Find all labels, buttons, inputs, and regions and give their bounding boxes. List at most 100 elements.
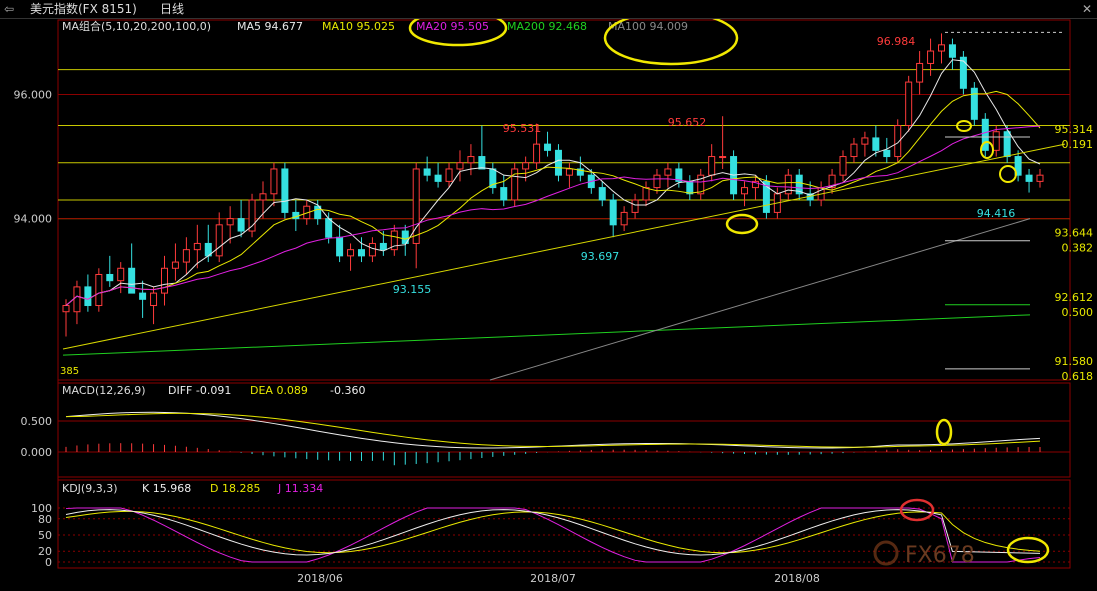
kdj-y-tick: 0 (45, 556, 52, 569)
low1-annotation: 93.155 (393, 283, 432, 296)
candle-body (62, 305, 70, 313)
macd-diff: DIFF -0.091 (168, 384, 231, 397)
candle-body (970, 87, 978, 120)
x-axis-label: 2018/08 (774, 572, 820, 585)
candle-body (445, 168, 453, 182)
candle-body (664, 168, 672, 176)
macd-title: MACD(12,26,9) (62, 384, 146, 397)
close-icon[interactable]: ✕ (1082, 0, 1092, 18)
candle-body (325, 218, 333, 238)
candle-body (653, 174, 661, 189)
watermark-logo-icon (873, 540, 899, 566)
period-label[interactable]: 日线 (160, 0, 184, 18)
candle-body (270, 168, 278, 195)
candle-body (598, 187, 606, 201)
back-icon[interactable]: ⇦ (4, 0, 14, 18)
x-axis-label: 2018/06 (297, 572, 343, 585)
y-tick-label: 94.000 (14, 213, 53, 226)
candle-body (1003, 131, 1011, 158)
candle-body (565, 168, 573, 176)
candle-body (905, 81, 913, 127)
ma10-line (65, 90, 1041, 306)
candle-body (281, 168, 289, 213)
candle-body (916, 62, 924, 83)
fib-price-label: 95.314 (1055, 123, 1094, 136)
highlight-circle-support (725, 213, 759, 235)
candle-body (139, 292, 147, 300)
peak1-annotation: 95.531 (503, 122, 542, 135)
candle-body (686, 180, 694, 195)
y-tick-label: 96.000 (14, 88, 53, 101)
candle-body (981, 118, 989, 151)
fib-ratio-label: 0.618 (1062, 370, 1094, 383)
candle-body (84, 286, 92, 307)
candle-body (992, 131, 1000, 151)
corner-label: 385 (60, 366, 79, 377)
candle-body (379, 242, 387, 251)
candle-body (456, 162, 464, 170)
candle-body (150, 292, 158, 307)
kdj-k-line (65, 509, 1041, 556)
candle-body (609, 199, 617, 226)
candle-body (226, 218, 234, 226)
candle-body (368, 242, 376, 257)
legend-ma10: MA10 95.025 (322, 20, 395, 33)
candle-body (708, 156, 716, 176)
candle-body (160, 267, 168, 294)
kdj-title: KDJ(9,3,3) (62, 482, 118, 495)
ma200-line (62, 314, 1031, 356)
macd-diff-line (65, 411, 1041, 449)
candle-body (850, 143, 858, 158)
candle-body (434, 174, 442, 182)
candle-body (171, 261, 179, 269)
candle-body (642, 187, 650, 201)
macd-highlight-circle (935, 418, 953, 446)
candle-body (544, 143, 552, 151)
fib-ratio-label: 0.382 (1062, 242, 1094, 255)
kdj-d: D 18.285 (210, 482, 260, 495)
candle-body (522, 162, 530, 170)
macd-dea: DEA 0.089 (250, 384, 308, 397)
candle-body (719, 156, 727, 159)
fib-price-label: 92.612 (1055, 291, 1094, 304)
candle-body (117, 267, 125, 282)
kdj-k: K 15.968 (142, 482, 191, 495)
candle-body (467, 156, 475, 164)
candle-body (128, 267, 136, 294)
candle-body (478, 156, 486, 170)
high-annotation: 96.984 (877, 35, 916, 48)
macd-y-tick: 0.000 (21, 446, 53, 459)
highlight-circle-c (999, 165, 1017, 183)
title-bar: ⇦ 美元指数(FX 8151) 日线 ✕ (0, 0, 1097, 19)
low2-annotation: 93.697 (581, 250, 620, 263)
candle-body (237, 218, 245, 232)
candle-body (259, 193, 267, 201)
legend-ma5: MA5 94.677 (237, 20, 303, 33)
ma5-line (65, 59, 1041, 306)
kdj-j: J 11.334 (277, 482, 323, 495)
candle-body (423, 168, 431, 176)
legend-ma200: MA200 92.468 (507, 20, 587, 33)
candle-body (938, 44, 946, 52)
candle-body (948, 44, 956, 58)
candle-body (182, 249, 190, 263)
candle-body (861, 137, 869, 145)
kdj-y-tick: 50 (38, 529, 52, 542)
candle-body (839, 156, 847, 176)
fib-ratio-label: 0.500 (1062, 306, 1094, 319)
ma100-line (489, 218, 1031, 381)
fib-ratio-label: 0.191 (1062, 138, 1094, 151)
watermark-text: FX678 (905, 543, 975, 568)
candle-body (631, 199, 639, 213)
candle-body (193, 242, 201, 251)
macd-dea-line (65, 412, 1041, 448)
legend-ma-group: MA组合(5,10,20,200,100,0) (62, 19, 211, 33)
chart-canvas: 96.000 94.000 95.314 0.191 93.644 0.382 92.612… (14, 9, 1094, 585)
macd-value: -0.360 (330, 384, 365, 397)
candle-body (215, 224, 223, 257)
candle-body (959, 56, 967, 89)
candle-body (883, 149, 891, 158)
fib-price-label: 91.580 (1055, 355, 1094, 368)
candle-body (347, 249, 355, 257)
candle-body (106, 273, 114, 282)
